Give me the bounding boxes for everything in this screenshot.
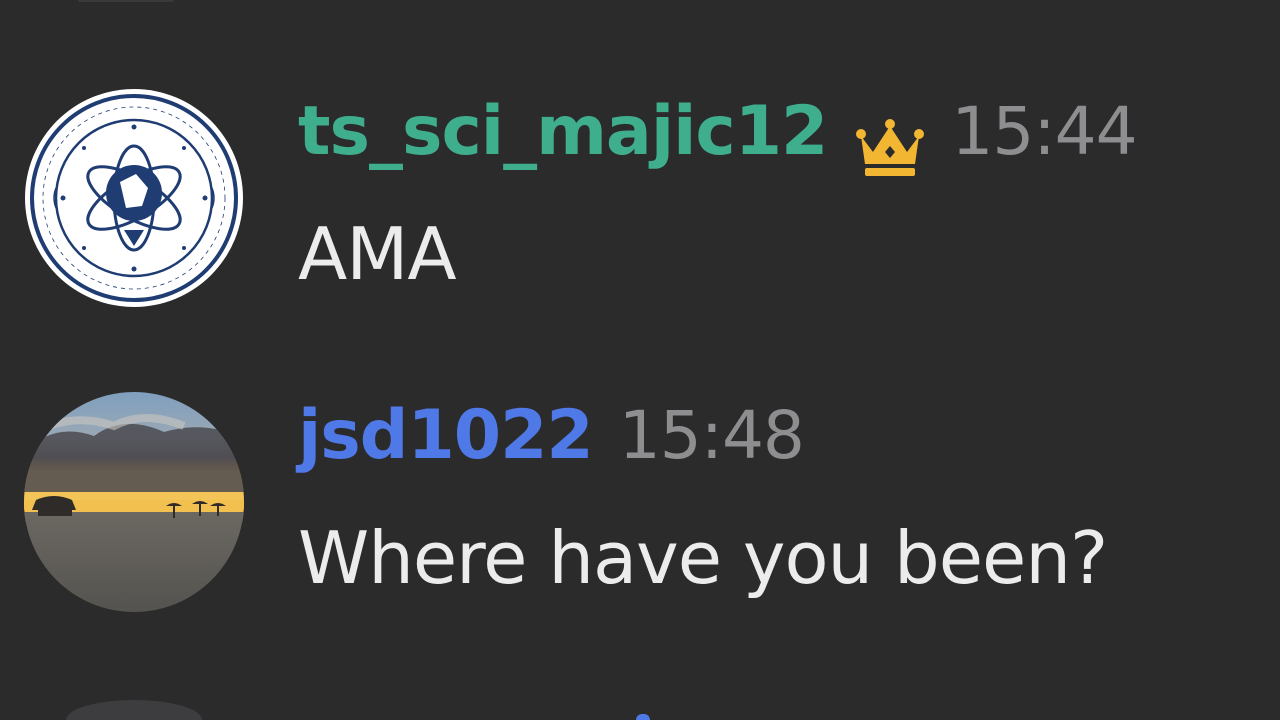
message-text: AMA (298, 212, 457, 296)
avatar[interactable] (24, 88, 244, 308)
message-timestamp: 15:44 (951, 93, 1137, 170)
message-timestamp: 15:48 (618, 397, 805, 474)
message-text: Where have you been? (298, 516, 1108, 600)
chat-message[interactable]: ts_sci_majic12 15:44 AMA (0, 82, 1280, 322)
avatar[interactable] (24, 392, 244, 612)
next-message-username-edge (636, 714, 650, 720)
message-header: jsd1022 15:48 (298, 397, 805, 488)
chat-message[interactable]: jsd1022 15:48 Where have you been? (0, 386, 1280, 626)
crown-icon (856, 119, 925, 176)
agency-seal-image (25, 89, 243, 307)
message-header: ts_sci_majic12 15:44 (298, 93, 1138, 184)
chat-message-list: ts_sci_majic12 15:44 AMA jsd1022 15:48 W… (0, 0, 1280, 720)
username[interactable]: jsd1022 (298, 402, 594, 470)
username[interactable]: ts_sci_majic12 (298, 98, 828, 166)
beach-sunset-image (24, 392, 244, 612)
previous-message-edge (78, 0, 174, 2)
next-message-avatar[interactable] (66, 700, 202, 720)
